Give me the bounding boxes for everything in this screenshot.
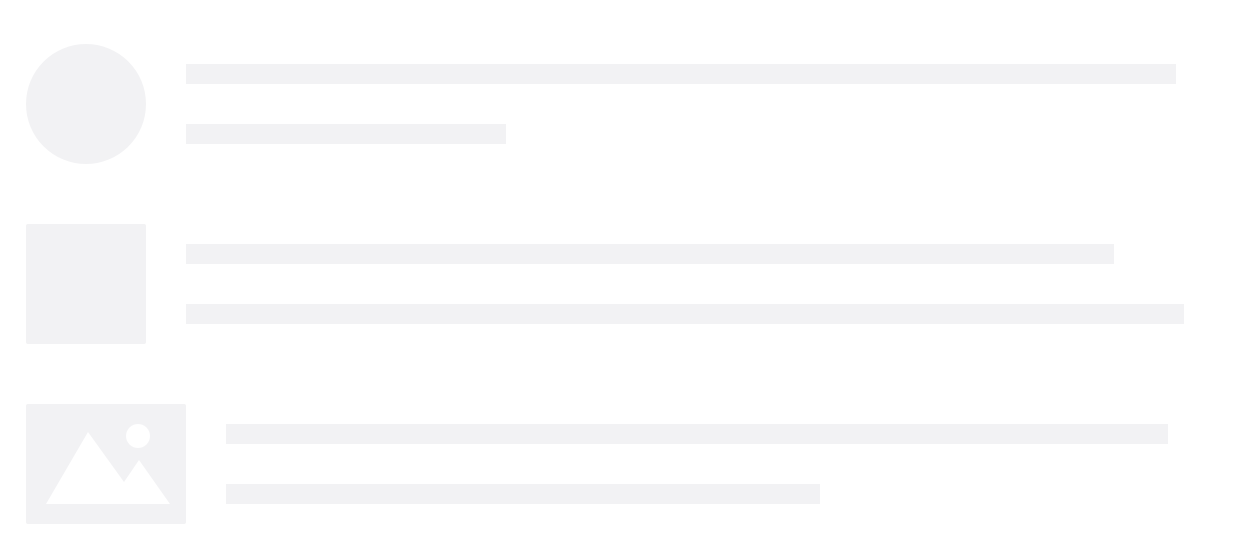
text-line-placeholder xyxy=(226,424,1168,444)
image-placeholder xyxy=(26,404,186,524)
text-line-placeholder xyxy=(186,64,1176,84)
image-icon xyxy=(46,424,170,504)
thumbnail-placeholder xyxy=(26,224,146,344)
text-line-placeholder xyxy=(226,484,820,504)
avatar-placeholder xyxy=(26,44,146,164)
text-line-placeholder xyxy=(186,304,1184,324)
text-line-placeholder xyxy=(186,124,506,144)
text-line-placeholder xyxy=(186,244,1114,264)
skeleton-loader xyxy=(0,0,1240,550)
